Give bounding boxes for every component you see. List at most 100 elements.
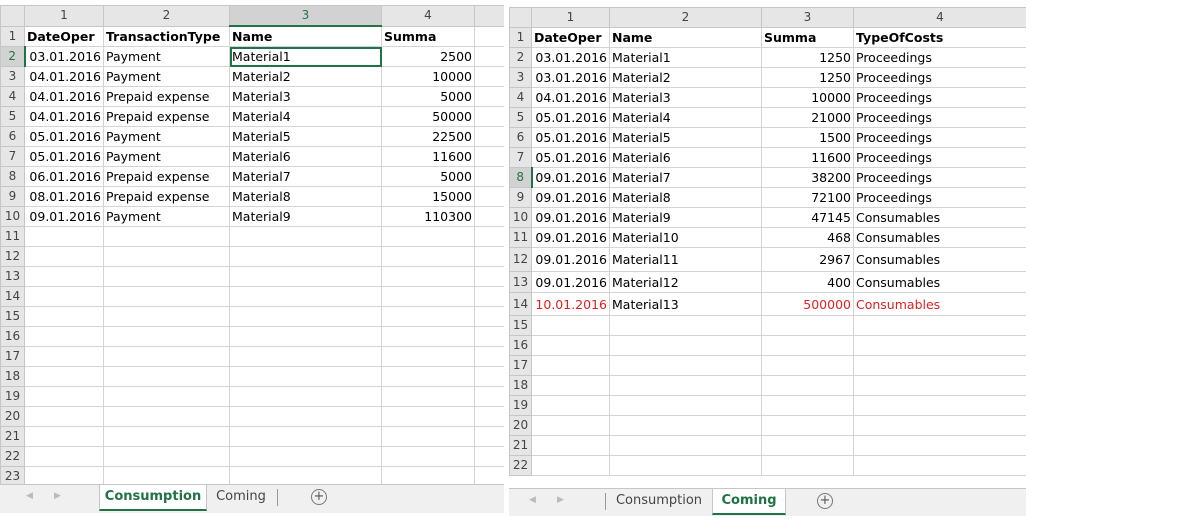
cell[interactable] bbox=[24, 346, 104, 367]
cell[interactable]: Material11 bbox=[609, 247, 762, 272]
cell[interactable]: Proceedings bbox=[853, 107, 1026, 128]
cell[interactable] bbox=[381, 386, 475, 407]
select-all-corner[interactable] bbox=[0, 5, 25, 27]
cell[interactable]: TransactionType bbox=[103, 25, 230, 47]
column-header[interactable]: 3 bbox=[229, 5, 382, 27]
column-header[interactable]: 2 bbox=[609, 7, 762, 28]
cell[interactable] bbox=[761, 375, 854, 396]
cell[interactable] bbox=[381, 326, 475, 347]
cell[interactable] bbox=[531, 315, 610, 336]
tab-coming[interactable]: Coming bbox=[208, 485, 274, 509]
column-header[interactable]: 2 bbox=[103, 5, 230, 27]
cell[interactable]: Material4 bbox=[609, 107, 762, 128]
row-header[interactable]: 3 bbox=[0, 66, 25, 87]
cell[interactable] bbox=[229, 346, 382, 367]
cell[interactable] bbox=[24, 306, 104, 327]
row-header[interactable]: 11 bbox=[0, 226, 25, 247]
cell[interactable] bbox=[229, 366, 382, 387]
cell[interactable] bbox=[381, 346, 475, 367]
cell[interactable]: Payment bbox=[103, 126, 230, 147]
cell[interactable]: Prepaid expense bbox=[103, 166, 230, 187]
cell[interactable] bbox=[609, 375, 762, 396]
cell[interactable] bbox=[474, 446, 504, 467]
cell[interactable]: Prepaid expense bbox=[103, 186, 230, 207]
column-header[interactable]: 3 bbox=[761, 7, 854, 28]
cell[interactable]: 04.01.2016 bbox=[24, 106, 104, 127]
cell[interactable] bbox=[853, 395, 1026, 416]
cell[interactable] bbox=[531, 415, 610, 436]
cell[interactable] bbox=[474, 306, 504, 327]
row-header[interactable]: 18 bbox=[0, 366, 25, 387]
row-header[interactable]: 17 bbox=[0, 346, 25, 367]
cell[interactable] bbox=[229, 246, 382, 267]
row-header[interactable]: 13 bbox=[509, 271, 532, 293]
column-header[interactable] bbox=[474, 5, 504, 27]
cell[interactable] bbox=[761, 395, 854, 416]
cell[interactable]: 10.01.2016 bbox=[531, 292, 610, 316]
row-header[interactable]: 7 bbox=[509, 147, 532, 168]
cell[interactable]: Material2 bbox=[229, 66, 382, 87]
cell[interactable]: 50000 bbox=[381, 106, 475, 127]
cell[interactable]: DateOper bbox=[531, 27, 610, 48]
cell[interactable] bbox=[229, 306, 382, 327]
cell[interactable] bbox=[229, 406, 382, 427]
row-header[interactable]: 20 bbox=[509, 415, 532, 436]
cell[interactable] bbox=[229, 266, 382, 287]
column-header[interactable]: 1 bbox=[531, 7, 610, 28]
cell[interactable] bbox=[474, 66, 504, 87]
row-header[interactable]: 5 bbox=[0, 106, 25, 127]
cell[interactable]: Proceedings bbox=[853, 147, 1026, 168]
cell[interactable]: Payment bbox=[103, 146, 230, 167]
cell[interactable] bbox=[474, 326, 504, 347]
cell[interactable] bbox=[24, 326, 104, 347]
cell[interactable]: Material13 bbox=[609, 292, 762, 316]
cell[interactable]: 04.01.2016 bbox=[24, 66, 104, 87]
cell[interactable] bbox=[531, 455, 610, 476]
cell[interactable]: 03.01.2016 bbox=[531, 67, 610, 88]
cell[interactable] bbox=[474, 366, 504, 387]
cell[interactable]: Material3 bbox=[229, 86, 382, 107]
cell[interactable]: Material1 bbox=[229, 46, 382, 67]
cell[interactable]: Proceedings bbox=[853, 67, 1026, 88]
cell[interactable] bbox=[381, 286, 475, 307]
cell[interactable]: Consumables bbox=[853, 227, 1026, 248]
row-header[interactable]: 2 bbox=[0, 46, 26, 67]
cell[interactable]: 5000 bbox=[381, 166, 475, 187]
cell[interactable]: Material2 bbox=[609, 67, 762, 88]
cell[interactable] bbox=[24, 426, 104, 447]
cell[interactable] bbox=[761, 415, 854, 436]
cell[interactable] bbox=[474, 286, 504, 307]
cell[interactable]: 06.01.2016 bbox=[24, 166, 104, 187]
cell[interactable] bbox=[609, 455, 762, 476]
cell[interactable]: 47145 bbox=[761, 207, 854, 228]
cell[interactable] bbox=[103, 346, 230, 367]
cell[interactable] bbox=[229, 386, 382, 407]
cell[interactable]: 110300 bbox=[381, 206, 475, 227]
cell[interactable]: Material3 bbox=[609, 87, 762, 108]
tab-consumption[interactable]: Consumption bbox=[99, 485, 207, 511]
row-header[interactable]: 14 bbox=[0, 286, 25, 307]
cell[interactable]: Consumables bbox=[853, 292, 1026, 316]
cell[interactable] bbox=[103, 406, 230, 427]
cell[interactable]: 03.01.2016 bbox=[531, 47, 610, 68]
cell[interactable] bbox=[761, 455, 854, 476]
cell[interactable]: 05.01.2016 bbox=[531, 147, 610, 168]
row-header[interactable]: 8 bbox=[0, 166, 25, 187]
cell[interactable]: Material12 bbox=[609, 271, 762, 293]
cell[interactable]: 72100 bbox=[761, 187, 854, 208]
cell[interactable]: Material6 bbox=[609, 147, 762, 168]
row-header[interactable]: 18 bbox=[509, 375, 532, 396]
cell[interactable] bbox=[103, 226, 230, 247]
cell[interactable]: Material7 bbox=[229, 166, 382, 187]
cell[interactable] bbox=[609, 335, 762, 356]
cell[interactable]: 09.01.2016 bbox=[531, 227, 610, 248]
cell[interactable]: Payment bbox=[103, 66, 230, 87]
cell[interactable]: Material4 bbox=[229, 106, 382, 127]
cell[interactable]: Prepaid expense bbox=[103, 86, 230, 107]
cell[interactable]: Payment bbox=[103, 206, 230, 227]
cell[interactable]: 09.01.2016 bbox=[531, 247, 610, 272]
cell[interactable]: 15000 bbox=[381, 186, 475, 207]
cell[interactable]: Name bbox=[229, 25, 382, 47]
cell[interactable]: Consumables bbox=[853, 247, 1026, 272]
row-header[interactable]: 9 bbox=[0, 186, 25, 207]
